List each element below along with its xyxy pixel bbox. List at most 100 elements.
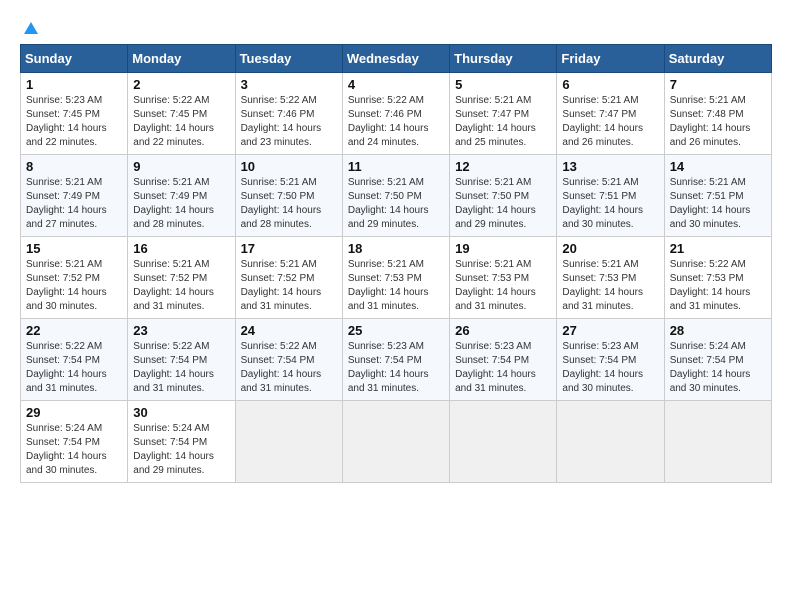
col-header-friday: Friday <box>557 45 664 73</box>
calendar-cell: 3 Sunrise: 5:22 AM Sunset: 7:46 PM Dayli… <box>235 73 342 155</box>
calendar-cell: 7 Sunrise: 5:21 AM Sunset: 7:48 PM Dayli… <box>664 73 771 155</box>
day-number: 10 <box>241 159 337 174</box>
logo <box>20 20 40 34</box>
day-info: Sunrise: 5:23 AM Sunset: 7:54 PM Dayligh… <box>562 340 658 396</box>
day-number: 23 <box>133 323 229 338</box>
calendar-cell: 29 Sunrise: 5:24 AM Sunset: 7:54 PM Dayl… <box>21 401 128 483</box>
day-info: Sunrise: 5:24 AM Sunset: 7:54 PM Dayligh… <box>133 422 229 478</box>
col-header-saturday: Saturday <box>664 45 771 73</box>
day-number: 4 <box>348 77 444 92</box>
calendar-cell: 16 Sunrise: 5:21 AM Sunset: 7:52 PM Dayl… <box>128 237 235 319</box>
day-info: Sunrise: 5:21 AM Sunset: 7:49 PM Dayligh… <box>133 176 229 232</box>
day-info: Sunrise: 5:22 AM Sunset: 7:54 PM Dayligh… <box>241 340 337 396</box>
calendar-cell <box>235 401 342 483</box>
day-info: Sunrise: 5:23 AM Sunset: 7:54 PM Dayligh… <box>455 340 551 396</box>
day-info: Sunrise: 5:21 AM Sunset: 7:52 PM Dayligh… <box>133 258 229 314</box>
day-info: Sunrise: 5:21 AM Sunset: 7:49 PM Dayligh… <box>26 176 122 232</box>
day-number: 25 <box>348 323 444 338</box>
day-number: 8 <box>26 159 122 174</box>
col-header-wednesday: Wednesday <box>342 45 449 73</box>
calendar-cell: 21 Sunrise: 5:22 AM Sunset: 7:53 PM Dayl… <box>664 237 771 319</box>
day-number: 11 <box>348 159 444 174</box>
col-header-thursday: Thursday <box>450 45 557 73</box>
col-header-tuesday: Tuesday <box>235 45 342 73</box>
day-number: 15 <box>26 241 122 256</box>
calendar-cell: 2 Sunrise: 5:22 AM Sunset: 7:45 PM Dayli… <box>128 73 235 155</box>
day-number: 6 <box>562 77 658 92</box>
calendar-cell: 15 Sunrise: 5:21 AM Sunset: 7:52 PM Dayl… <box>21 237 128 319</box>
day-number: 24 <box>241 323 337 338</box>
day-info: Sunrise: 5:21 AM Sunset: 7:52 PM Dayligh… <box>26 258 122 314</box>
calendar-cell: 9 Sunrise: 5:21 AM Sunset: 7:49 PM Dayli… <box>128 155 235 237</box>
calendar-cell: 1 Sunrise: 5:23 AM Sunset: 7:45 PM Dayli… <box>21 73 128 155</box>
day-info: Sunrise: 5:22 AM Sunset: 7:53 PM Dayligh… <box>670 258 766 314</box>
calendar-cell: 10 Sunrise: 5:21 AM Sunset: 7:50 PM Dayl… <box>235 155 342 237</box>
col-header-monday: Monday <box>128 45 235 73</box>
day-number: 3 <box>241 77 337 92</box>
calendar-cell: 26 Sunrise: 5:23 AM Sunset: 7:54 PM Dayl… <box>450 319 557 401</box>
day-number: 26 <box>455 323 551 338</box>
col-header-sunday: Sunday <box>21 45 128 73</box>
day-number: 12 <box>455 159 551 174</box>
day-number: 2 <box>133 77 229 92</box>
calendar-cell <box>450 401 557 483</box>
day-info: Sunrise: 5:21 AM Sunset: 7:47 PM Dayligh… <box>455 94 551 150</box>
calendar-cell: 17 Sunrise: 5:21 AM Sunset: 7:52 PM Dayl… <box>235 237 342 319</box>
page-header <box>20 20 772 34</box>
day-number: 27 <box>562 323 658 338</box>
calendar-cell: 27 Sunrise: 5:23 AM Sunset: 7:54 PM Dayl… <box>557 319 664 401</box>
day-info: Sunrise: 5:23 AM Sunset: 7:54 PM Dayligh… <box>348 340 444 396</box>
day-number: 13 <box>562 159 658 174</box>
day-number: 7 <box>670 77 766 92</box>
day-number: 19 <box>455 241 551 256</box>
day-info: Sunrise: 5:24 AM Sunset: 7:54 PM Dayligh… <box>670 340 766 396</box>
day-info: Sunrise: 5:21 AM Sunset: 7:52 PM Dayligh… <box>241 258 337 314</box>
day-info: Sunrise: 5:21 AM Sunset: 7:50 PM Dayligh… <box>348 176 444 232</box>
calendar-cell: 8 Sunrise: 5:21 AM Sunset: 7:49 PM Dayli… <box>21 155 128 237</box>
calendar-cell <box>557 401 664 483</box>
day-info: Sunrise: 5:22 AM Sunset: 7:54 PM Dayligh… <box>133 340 229 396</box>
day-number: 1 <box>26 77 122 92</box>
calendar-table: SundayMondayTuesdayWednesdayThursdayFrid… <box>20 44 772 483</box>
day-number: 18 <box>348 241 444 256</box>
calendar-cell: 5 Sunrise: 5:21 AM Sunset: 7:47 PM Dayli… <box>450 73 557 155</box>
day-info: Sunrise: 5:21 AM Sunset: 7:48 PM Dayligh… <box>670 94 766 150</box>
calendar-cell: 11 Sunrise: 5:21 AM Sunset: 7:50 PM Dayl… <box>342 155 449 237</box>
calendar-cell: 4 Sunrise: 5:22 AM Sunset: 7:46 PM Dayli… <box>342 73 449 155</box>
calendar-cell: 14 Sunrise: 5:21 AM Sunset: 7:51 PM Dayl… <box>664 155 771 237</box>
day-info: Sunrise: 5:21 AM Sunset: 7:51 PM Dayligh… <box>562 176 658 232</box>
day-number: 30 <box>133 405 229 420</box>
day-info: Sunrise: 5:22 AM Sunset: 7:54 PM Dayligh… <box>26 340 122 396</box>
calendar-cell: 25 Sunrise: 5:23 AM Sunset: 7:54 PM Dayl… <box>342 319 449 401</box>
calendar-cell: 28 Sunrise: 5:24 AM Sunset: 7:54 PM Dayl… <box>664 319 771 401</box>
day-number: 22 <box>26 323 122 338</box>
calendar-cell: 20 Sunrise: 5:21 AM Sunset: 7:53 PM Dayl… <box>557 237 664 319</box>
day-number: 5 <box>455 77 551 92</box>
day-info: Sunrise: 5:21 AM Sunset: 7:50 PM Dayligh… <box>241 176 337 232</box>
calendar-cell <box>342 401 449 483</box>
day-info: Sunrise: 5:24 AM Sunset: 7:54 PM Dayligh… <box>26 422 122 478</box>
day-number: 17 <box>241 241 337 256</box>
day-info: Sunrise: 5:21 AM Sunset: 7:53 PM Dayligh… <box>562 258 658 314</box>
day-info: Sunrise: 5:21 AM Sunset: 7:51 PM Dayligh… <box>670 176 766 232</box>
calendar-cell: 22 Sunrise: 5:22 AM Sunset: 7:54 PM Dayl… <box>21 319 128 401</box>
day-info: Sunrise: 5:21 AM Sunset: 7:47 PM Dayligh… <box>562 94 658 150</box>
day-info: Sunrise: 5:21 AM Sunset: 7:53 PM Dayligh… <box>455 258 551 314</box>
calendar-cell <box>664 401 771 483</box>
calendar-cell: 30 Sunrise: 5:24 AM Sunset: 7:54 PM Dayl… <box>128 401 235 483</box>
calendar-cell: 24 Sunrise: 5:22 AM Sunset: 7:54 PM Dayl… <box>235 319 342 401</box>
day-info: Sunrise: 5:21 AM Sunset: 7:50 PM Dayligh… <box>455 176 551 232</box>
day-info: Sunrise: 5:21 AM Sunset: 7:53 PM Dayligh… <box>348 258 444 314</box>
calendar-cell: 12 Sunrise: 5:21 AM Sunset: 7:50 PM Dayl… <box>450 155 557 237</box>
day-number: 20 <box>562 241 658 256</box>
day-info: Sunrise: 5:22 AM Sunset: 7:45 PM Dayligh… <box>133 94 229 150</box>
logo-icon <box>22 20 40 38</box>
calendar-header-row: SundayMondayTuesdayWednesdayThursdayFrid… <box>21 45 772 73</box>
day-number: 21 <box>670 241 766 256</box>
calendar-cell: 23 Sunrise: 5:22 AM Sunset: 7:54 PM Dayl… <box>128 319 235 401</box>
calendar-cell: 18 Sunrise: 5:21 AM Sunset: 7:53 PM Dayl… <box>342 237 449 319</box>
day-number: 9 <box>133 159 229 174</box>
day-number: 14 <box>670 159 766 174</box>
day-info: Sunrise: 5:23 AM Sunset: 7:45 PM Dayligh… <box>26 94 122 150</box>
calendar-cell: 6 Sunrise: 5:21 AM Sunset: 7:47 PM Dayli… <box>557 73 664 155</box>
